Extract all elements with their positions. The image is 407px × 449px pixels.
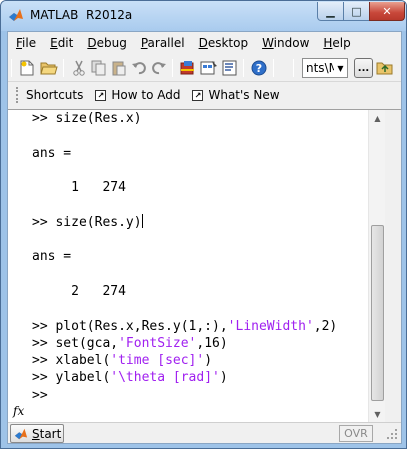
menu-help[interactable]: Help bbox=[323, 36, 350, 50]
maximize-icon: □ bbox=[351, 4, 362, 18]
shortcut-link-icon: ↗ bbox=[95, 89, 107, 101]
paste-icon[interactable] bbox=[110, 59, 128, 77]
cut-icon[interactable] bbox=[70, 59, 88, 77]
code-text: >> ylabel( bbox=[32, 370, 111, 386]
command-line: >> xlabel('time [sec]') bbox=[32, 352, 368, 369]
code-text: ) bbox=[219, 370, 228, 386]
shortcut-whats-new[interactable]: ↗ What's New bbox=[192, 88, 280, 102]
menu-bar: File Edit Debug Parallel Desktop Window … bbox=[8, 32, 401, 54]
open-folder-icon[interactable] bbox=[40, 59, 58, 77]
string-literal: 'FontSize' bbox=[118, 335, 197, 351]
code-text: ans = bbox=[32, 249, 72, 265]
guide-icon[interactable] bbox=[200, 59, 218, 77]
menu-debug[interactable]: Debug bbox=[87, 36, 126, 50]
code-text: >> size(Res.x) bbox=[32, 111, 142, 126]
menu-parallel[interactable]: Parallel bbox=[141, 36, 185, 50]
help-icon[interactable]: ? bbox=[250, 59, 268, 77]
command-window[interactable]: >> size(Res.x) ans = 1 274 >> size(Res.y… bbox=[8, 109, 401, 423]
copy-icon[interactable] bbox=[90, 59, 108, 77]
menu-file[interactable]: File bbox=[16, 36, 36, 50]
code-text: 1 274 bbox=[32, 180, 126, 196]
undo-icon[interactable] bbox=[130, 59, 148, 77]
command-line: >> plot(Res.x,Res.y(1,:),'LineWidth',2) bbox=[32, 318, 368, 335]
toolbar-grip[interactable] bbox=[11, 59, 12, 77]
command-line: >> set(gca,'FontSize',16) bbox=[32, 335, 368, 352]
svg-text:?: ? bbox=[256, 62, 262, 75]
toolbar: ? nts\M ▼ ... bbox=[8, 54, 401, 82]
code-text: >> set(gca, bbox=[32, 335, 119, 351]
simulink-icon[interactable] bbox=[179, 59, 197, 77]
command-line bbox=[32, 231, 368, 248]
command-line: >> size(Res.x) bbox=[32, 110, 368, 127]
string-literal: '\theta [rad]' bbox=[110, 370, 220, 386]
minimize-icon: ▁ bbox=[326, 4, 335, 18]
shortcut-link-icon: ↗ bbox=[192, 89, 204, 101]
matlab-window: MATLAB R2012a ▁ □ ✕ File Edit Debug Para… bbox=[0, 0, 407, 449]
close-icon: ✕ bbox=[382, 4, 392, 18]
code-text: >> bbox=[32, 387, 56, 403]
browse-folder-button[interactable]: ... bbox=[354, 58, 373, 78]
toolbar-separator bbox=[293, 59, 294, 77]
scroll-down-icon[interactable]: ▼ bbox=[369, 406, 386, 423]
vertical-scrollbar[interactable]: ▲ ▼ bbox=[368, 110, 385, 423]
command-line bbox=[32, 266, 368, 283]
shortcut-how-to-add[interactable]: ↗ How to Add bbox=[95, 88, 180, 102]
command-line bbox=[32, 196, 368, 213]
window-edge bbox=[385, 110, 401, 423]
toolbar-separator bbox=[273, 59, 274, 77]
shortcuts-label: Shortcuts bbox=[26, 88, 84, 102]
text-caret bbox=[141, 213, 143, 228]
profiler-icon[interactable] bbox=[221, 59, 239, 77]
toolbar-separator bbox=[63, 59, 64, 77]
up-folder-icon[interactable] bbox=[376, 59, 394, 77]
close-button[interactable]: ✕ bbox=[369, 2, 405, 21]
menu-window[interactable]: Window bbox=[262, 36, 309, 50]
title-bar[interactable]: MATLAB R2012a ▁ □ ✕ bbox=[1, 1, 406, 31]
command-line: >> size(Res.y) bbox=[32, 213, 368, 231]
overwrite-mode-indicator: OVR bbox=[339, 425, 373, 442]
toolbar-separator bbox=[243, 59, 244, 77]
window-title: MATLAB R2012a bbox=[30, 8, 133, 22]
code-text: ,16) bbox=[196, 335, 228, 351]
menu-edit[interactable]: Edit bbox=[50, 36, 73, 50]
command-line: ans = bbox=[32, 248, 368, 265]
command-line bbox=[32, 127, 368, 144]
command-line: >> bbox=[32, 387, 368, 404]
command-output[interactable]: >> size(Res.x) ans = 1 274 >> size(Res.y… bbox=[32, 110, 368, 423]
shortcuts-toolbar: Shortcuts ↗ How to Add ↗ What's New bbox=[8, 83, 401, 107]
string-literal: 'LineWidth' bbox=[227, 318, 314, 334]
client-area: File Edit Debug Parallel Desktop Window … bbox=[7, 31, 402, 444]
string-literal: 'time [sec]' bbox=[110, 353, 205, 369]
code-text: >> xlabel( bbox=[32, 353, 111, 369]
start-button[interactable]: Start bbox=[10, 424, 64, 443]
command-line: >> ylabel('\theta [rad]') bbox=[32, 369, 368, 386]
status-bar: Start OVR bbox=[8, 422, 401, 443]
resize-grip-icon[interactable] bbox=[386, 428, 398, 440]
minimize-button[interactable]: ▁ bbox=[317, 2, 344, 21]
redo-icon[interactable] bbox=[150, 59, 168, 77]
chevron-down-icon[interactable]: ▼ bbox=[334, 59, 347, 77]
command-line: 2 274 bbox=[32, 283, 368, 300]
code-text: ,2) bbox=[313, 318, 338, 334]
code-text: >> plot(Res.x,Res.y(1,:), bbox=[32, 318, 228, 334]
command-line: 1 274 bbox=[32, 179, 368, 196]
code-text: >> size(Res.y) bbox=[32, 214, 142, 230]
new-file-icon[interactable] bbox=[18, 59, 36, 77]
toolbar-separator bbox=[172, 59, 173, 77]
command-line: ans = bbox=[32, 145, 368, 162]
shortcuts-grip[interactable] bbox=[16, 87, 20, 103]
maximize-button[interactable]: □ bbox=[343, 2, 370, 21]
code-text: ) bbox=[204, 353, 213, 369]
matlab-logo-icon bbox=[14, 428, 28, 439]
command-line bbox=[32, 300, 368, 317]
scroll-thumb[interactable] bbox=[371, 225, 384, 401]
scroll-up-icon[interactable]: ▲ bbox=[369, 110, 386, 127]
code-text: ans = bbox=[32, 145, 72, 161]
menu-desktop[interactable]: Desktop bbox=[199, 36, 249, 50]
code-text: 2 274 bbox=[32, 283, 126, 299]
command-line bbox=[32, 162, 368, 179]
function-browser-icon[interactable]: fx bbox=[13, 404, 24, 418]
matlab-logo-icon bbox=[9, 9, 23, 21]
